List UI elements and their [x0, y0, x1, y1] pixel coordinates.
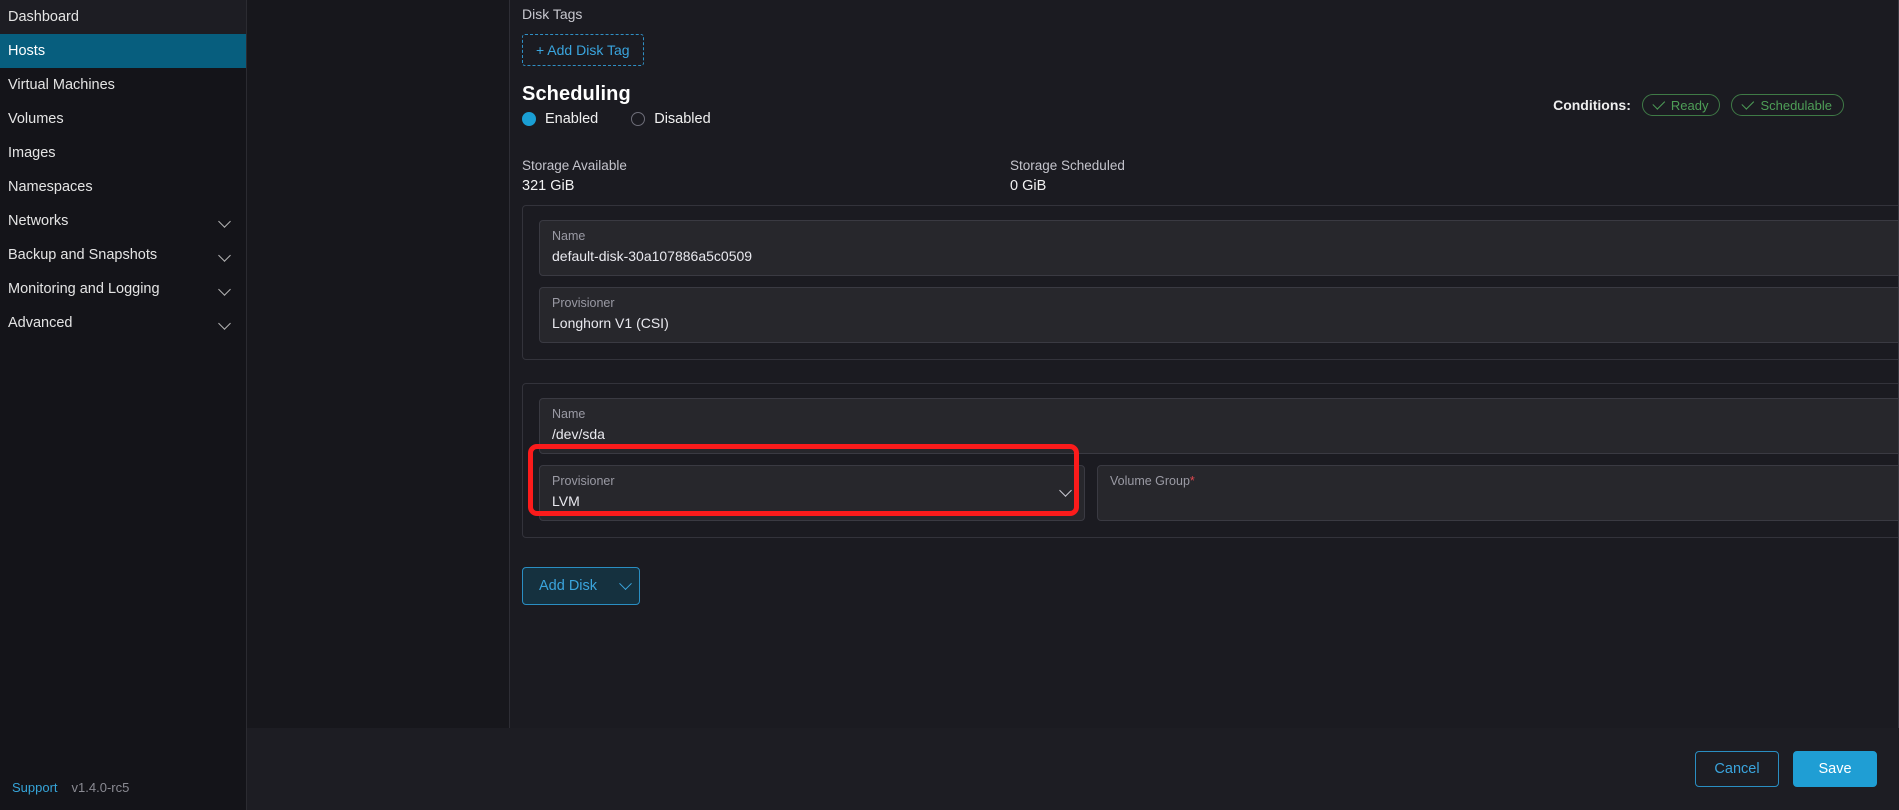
stat-storage-available: Storage Available 321 GiB: [522, 158, 1010, 194]
conditions-group: Conditions: Ready Schedulable: [1553, 94, 1844, 116]
sidebar-item-backup-and-snapshots[interactable]: Backup and Snapshots: [0, 238, 246, 272]
provisioner-select-lvm[interactable]: Provisioner LVM: [539, 465, 1085, 521]
disk-card-dev-sda: ✕ Name /dev/sda Provisioner LVM Volume G…: [522, 383, 1899, 538]
support-link[interactable]: Support: [12, 780, 58, 795]
volume-group-label-text: Volume Group: [1110, 474, 1190, 488]
required-asterisk: *: [1190, 474, 1195, 488]
status-badge-label: Ready: [1671, 98, 1709, 113]
sidebar-item-label: Namespaces: [8, 179, 232, 195]
secondary-nav-column: [247, 0, 510, 728]
app-root: Dashboard Hosts Virtual Machines Volumes…: [0, 0, 1899, 810]
field-value: Longhorn V1 (CSI): [552, 313, 1899, 333]
disk-name-field[interactable]: Name /dev/sda: [539, 398, 1899, 454]
sidebar-item-dashboard[interactable]: Dashboard: [0, 0, 246, 34]
radio-disabled[interactable]: Disabled: [631, 111, 710, 127]
sidebar-item-label: Backup and Snapshots: [8, 247, 218, 263]
check-icon: [1652, 97, 1665, 110]
stat-label: Storage Scheduled: [1010, 158, 1899, 173]
radio-label: Enabled: [545, 111, 598, 127]
field-value: default-disk-30a107886a5c0509: [552, 246, 1899, 266]
sidebar-item-label: Monitoring and Logging: [8, 281, 218, 297]
sidebar-item-label: Volumes: [8, 111, 232, 127]
sidebar-item-label: Hosts: [8, 43, 232, 59]
check-icon: [1742, 97, 1755, 110]
add-disk-button[interactable]: Add Disk: [522, 567, 640, 605]
disk-name-field[interactable]: Name default-disk-30a107886a5c0509: [539, 220, 1899, 276]
sidebar-nav: Dashboard Hosts Virtual Machines Volumes…: [0, 0, 246, 340]
disk-card-default: Name default-disk-30a107886a5c0509 Provi…: [522, 205, 1899, 360]
storage-stats: Storage Available 321 GiB Storage Schedu…: [522, 158, 1899, 194]
volume-group-select[interactable]: Volume Group*: [1097, 465, 1899, 521]
disk-tags-section: Disk Tags + Add Disk Tag: [522, 6, 644, 66]
sidebar-item-hosts[interactable]: Hosts: [0, 34, 246, 68]
field-label: Name: [552, 407, 1899, 422]
disk-tags-label: Disk Tags: [522, 6, 644, 22]
field-value: /dev/sda: [552, 424, 1899, 444]
sidebar-item-advanced[interactable]: Advanced: [0, 306, 246, 340]
chevron-down-icon: [218, 316, 232, 330]
cancel-button[interactable]: Cancel: [1695, 751, 1779, 787]
sidebar-item-label: Advanced: [8, 315, 218, 331]
sidebar-item-virtual-machines[interactable]: Virtual Machines: [0, 68, 246, 102]
chevron-down-icon[interactable]: [611, 568, 639, 604]
stat-label: Storage Available: [522, 158, 1010, 173]
radio-dot: [631, 112, 645, 126]
field-label: Volume Group*: [1110, 474, 1899, 489]
sidebar-item-monitoring-and-logging[interactable]: Monitoring and Logging: [0, 272, 246, 306]
add-disk-tag-button[interactable]: + Add Disk Tag: [522, 34, 644, 66]
save-button[interactable]: Save: [1793, 751, 1877, 787]
add-disk-label: Add Disk: [523, 568, 611, 604]
status-badge-schedulable: Schedulable: [1731, 94, 1844, 116]
radio-dot: [522, 112, 536, 126]
disk-provisioner-row: Provisioner LVM Volume Group*: [539, 465, 1899, 521]
field-value: LVM: [552, 491, 1072, 511]
sidebar-item-images[interactable]: Images: [0, 136, 246, 170]
scheduling-title: Scheduling: [522, 83, 631, 106]
chevron-down-icon: [218, 282, 232, 296]
disk-provisioner-select[interactable]: Provisioner Longhorn V1 (CSI): [539, 287, 1899, 343]
version-label: v1.4.0-rc5: [72, 780, 130, 795]
sidebar-item-label: Networks: [8, 213, 218, 229]
sidebar-item-label: Virtual Machines: [8, 77, 232, 93]
scheduling-radio-group: Enabled Disabled: [522, 111, 711, 127]
sidebar-item-label: Images: [8, 145, 232, 161]
host-edit-panel: Disk Tags + Add Disk Tag Scheduling Cond…: [510, 0, 1899, 728]
sidebar-item-networks[interactable]: Networks: [0, 204, 246, 238]
sidebar-item-label: Dashboard: [8, 9, 232, 25]
radio-enabled[interactable]: Enabled: [522, 111, 598, 127]
stat-storage-scheduled: Storage Scheduled 0 GiB: [1010, 158, 1899, 194]
stat-value: 0 GiB: [1010, 178, 1899, 194]
field-label: Name: [552, 229, 1899, 244]
sidebar: Dashboard Hosts Virtual Machines Volumes…: [0, 0, 247, 810]
sidebar-item-namespaces[interactable]: Namespaces: [0, 170, 246, 204]
chevron-down-icon: [218, 248, 232, 262]
field-label: Provisioner: [552, 296, 1899, 311]
sidebar-footer: Support v1.4.0-rc5: [0, 764, 247, 810]
radio-label: Disabled: [654, 111, 710, 127]
stat-value: 321 GiB: [522, 178, 1010, 194]
footer-action-bar: Cancel Save: [247, 728, 1899, 810]
conditions-label: Conditions:: [1553, 97, 1631, 113]
sidebar-item-volumes[interactable]: Volumes: [0, 102, 246, 136]
chevron-down-icon: [218, 214, 232, 228]
status-badge-ready: Ready: [1642, 94, 1721, 116]
chevron-down-icon: [1061, 486, 1072, 497]
status-badge-label: Schedulable: [1760, 98, 1832, 113]
field-label: Provisioner: [552, 474, 1072, 489]
